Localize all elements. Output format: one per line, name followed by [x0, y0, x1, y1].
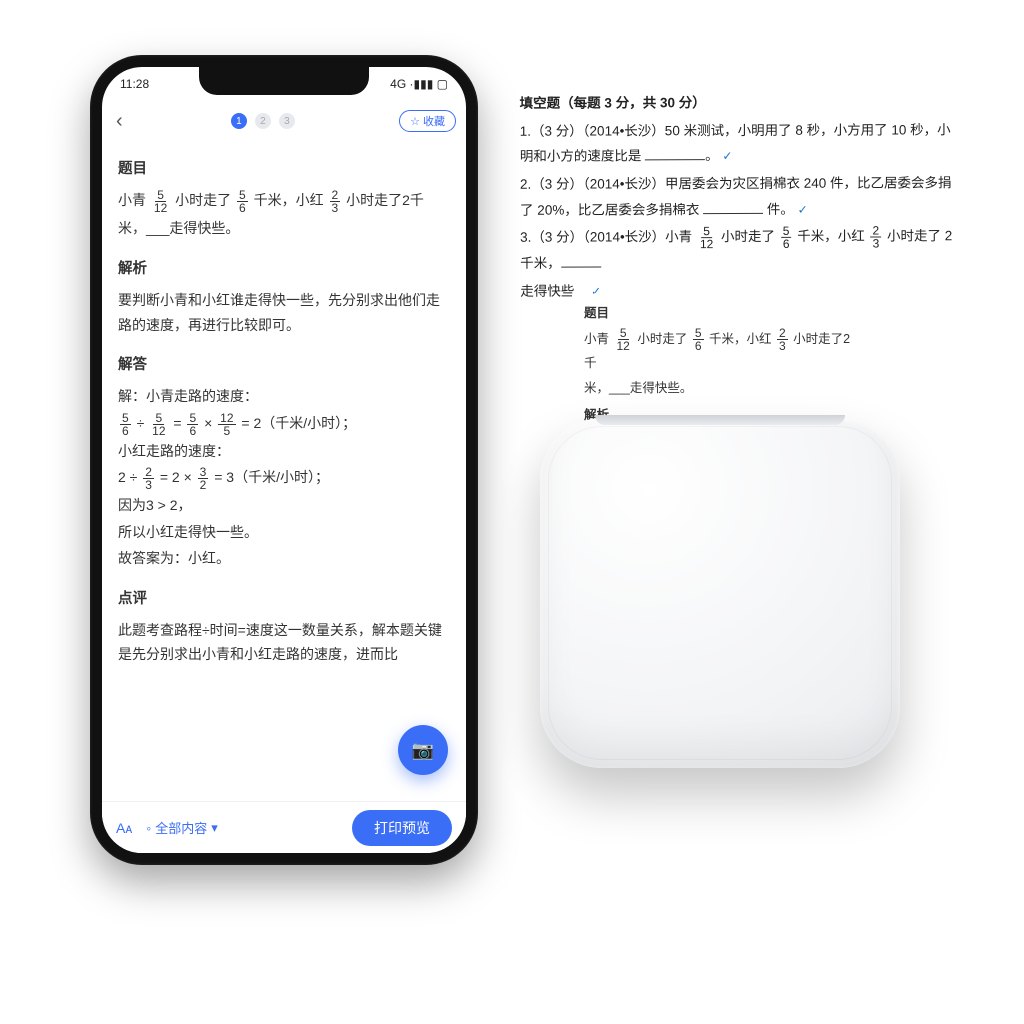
question-line-2: 米，___走得快些。: [118, 216, 450, 241]
notch: [199, 67, 369, 95]
printed-strip: 题目 小青 512 小时走了 56 千米，小红 23 小时走了2千 米，___走…: [572, 288, 872, 436]
page-dot-2[interactable]: 2: [255, 113, 271, 129]
content-mode-button[interactable]: ◦ 全部内容 ▾: [146, 818, 218, 837]
check-icon: ✓: [722, 149, 732, 163]
comment-body: 此题考查路程÷时间=速度这一数量关系，解本题关键是先分别求出小青和小红走路的速度…: [118, 618, 450, 667]
camera-fab[interactable]: 📷: [398, 725, 448, 775]
star-icon: ☆: [410, 115, 420, 128]
favorite-button[interactable]: ☆ 收藏: [399, 110, 456, 132]
paper-slot: [595, 415, 845, 425]
heading-answer: 解答: [118, 353, 450, 378]
analysis-body: 要判断小青和小红谁走得快一些，先分别求出他们走路的速度，再进行比较即可。: [118, 288, 450, 337]
text-format-icon: Aᴀ: [116, 820, 132, 836]
thermal-printer: [540, 418, 900, 768]
paper-title: 填空题（每题 3 分，共 30 分）: [520, 89, 960, 116]
top-bar: ‹ 1 2 3 ☆ 收藏: [102, 101, 466, 141]
bottom-bar: Aᴀ ◦ 全部内容 ▾ 打印预览: [102, 801, 466, 853]
heading-comment: 点评: [118, 587, 450, 612]
back-button[interactable]: ‹: [112, 108, 127, 135]
heading-question: 题目: [118, 157, 450, 182]
status-time: 11:28: [120, 77, 149, 91]
content-scroll[interactable]: 题目 小青 512 小时走了 56 千米，小红 23 小时走了2千 米，___走…: [102, 141, 466, 801]
page-dot-1[interactable]: 1: [231, 113, 247, 129]
dot-icon: ◦: [146, 820, 151, 836]
page-dots[interactable]: 1 2 3: [133, 113, 393, 129]
heading-analysis: 解析: [118, 257, 450, 282]
print-preview-button[interactable]: 打印预览: [352, 810, 452, 846]
printout-paper: 填空题（每题 3 分，共 30 分） 1.（3 分）（2014•长沙）50 米测…: [520, 89, 961, 306]
camera-icon: 📷: [412, 740, 434, 761]
page-dot-3[interactable]: 3: [279, 113, 295, 129]
phone-screen: 11:28 4G ·▮▮▮ ▢ ‹ 1 2 3 ☆ 收藏 题目: [102, 67, 466, 853]
phone-frame: 11:28 4G ·▮▮▮ ▢ ‹ 1 2 3 ☆ 收藏 题目: [90, 55, 478, 865]
format-button[interactable]: Aᴀ: [116, 820, 132, 836]
question-line-1: 小青 512 小时走了 56 千米，小红 23 小时走了2千: [118, 188, 450, 214]
chevron-down-icon: ▾: [211, 820, 218, 836]
check-icon: ✓: [798, 202, 808, 216]
status-right: 4G ·▮▮▮ ▢: [390, 77, 448, 91]
